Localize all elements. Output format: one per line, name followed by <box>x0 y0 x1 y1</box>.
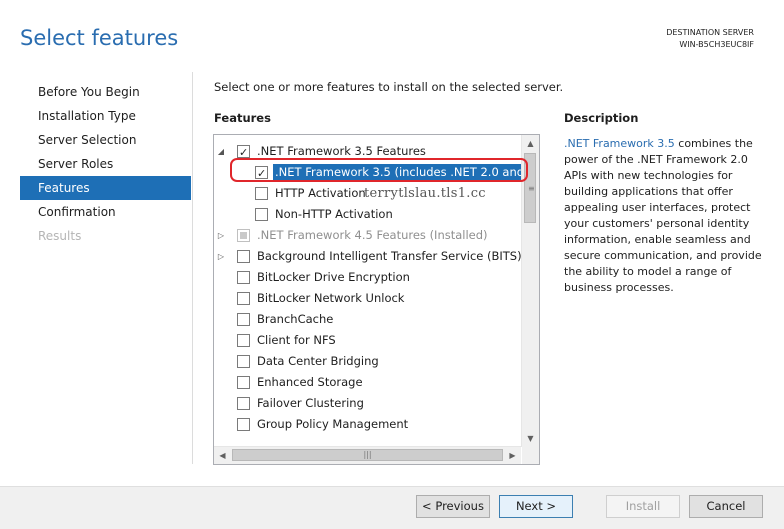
destination-server-info: DESTINATION SERVER WIN-B5CH3EUC8IF <box>666 27 754 51</box>
feature-checkbox[interactable] <box>237 397 250 410</box>
feature-checkbox[interactable] <box>237 334 250 347</box>
feature-checkbox[interactable] <box>237 250 250 263</box>
description-heading: Description <box>564 111 639 125</box>
feature-row[interactable]: BranchCache <box>214 309 519 330</box>
feature-row[interactable]: ▷ .NET Framework 4.5 Features (Installed) <box>214 225 519 246</box>
feature-row[interactable]: Client for NFS <box>214 330 519 351</box>
description-body: combines the power of the .NET Framework… <box>564 137 762 294</box>
feature-label: Background Intelligent Transfer Service … <box>257 249 522 263</box>
grip-icon: ≡ <box>528 184 535 193</box>
nav-item-before-you-begin[interactable]: Before You Begin <box>20 80 191 104</box>
nav-divider <box>192 72 193 464</box>
nav-item-installation-type[interactable]: Installation Type <box>20 104 191 128</box>
feature-checkbox[interactable] <box>237 271 250 284</box>
watermark-text: terrytlslau.tls1.cc <box>364 186 486 201</box>
next-button[interactable]: Next > <box>499 495 573 518</box>
feature-checkbox[interactable] <box>237 313 250 326</box>
page-title: Select features <box>20 26 179 50</box>
feature-label: BitLocker Drive Encryption <box>257 270 410 284</box>
feature-row[interactable]: Group Policy Management <box>214 414 519 435</box>
nav-item-confirmation[interactable]: Confirmation <box>20 200 191 224</box>
feature-row[interactable]: Data Center Bridging <box>214 351 519 372</box>
feature-row[interactable]: BitLocker Network Unlock <box>214 288 519 309</box>
destination-label: DESTINATION SERVER <box>666 28 754 37</box>
arrow-down-icon[interactable]: ▼ <box>522 430 539 447</box>
destination-server-name: WIN-B5CH3EUC8IF <box>679 40 754 49</box>
feature-label: HTTP Activation <box>275 186 366 200</box>
highlight-annotation <box>230 158 528 182</box>
features-heading: Features <box>214 111 271 125</box>
feature-label: .NET Framework 4.5 Features (Installed) <box>257 228 488 242</box>
instruction-text: Select one or more features to install o… <box>214 80 564 94</box>
nav-item-features[interactable]: Features <box>20 176 191 200</box>
feature-checkbox[interactable] <box>255 208 268 221</box>
feature-row[interactable]: Enhanced Storage <box>214 372 519 393</box>
scrollbar-corner <box>522 447 539 464</box>
nav-item-results: Results <box>38 229 82 243</box>
feature-label: Group Policy Management <box>257 417 409 431</box>
feature-checkbox[interactable] <box>237 355 250 368</box>
feature-row[interactable]: BitLocker Drive Encryption <box>214 267 519 288</box>
triangle-collapsed-icon[interactable]: ▷ <box>216 225 226 246</box>
feature-row[interactable]: Failover Clustering <box>214 393 519 414</box>
vertical-scrollbar[interactable]: ▲ ≡ ▼ <box>521 135 539 447</box>
feature-label: Client for NFS <box>257 333 336 347</box>
cancel-button[interactable]: Cancel <box>689 495 763 518</box>
feature-checkbox[interactable] <box>237 292 250 305</box>
feature-checkbox[interactable] <box>237 418 250 431</box>
feature-label: BranchCache <box>257 312 334 326</box>
feature-label: Failover Clustering <box>257 396 364 410</box>
feature-checkbox[interactable] <box>255 187 268 200</box>
features-tree[interactable]: ◢.NET Framework 3.5 Features.NET Framewo… <box>213 134 540 465</box>
wizard-nav: Before You Begin Installation Type Serve… <box>20 80 191 248</box>
feature-label: Enhanced Storage <box>257 375 363 389</box>
feature-checkbox[interactable] <box>237 229 250 242</box>
feature-checkbox[interactable] <box>237 376 250 389</box>
feature-label: Non-HTTP Activation <box>275 207 393 221</box>
arrow-right-icon[interactable]: ▶ <box>504 447 521 464</box>
feature-label: BitLocker Network Unlock <box>257 291 405 305</box>
arrow-left-icon[interactable]: ◀ <box>214 447 231 464</box>
feature-row[interactable]: Non-HTTP Activation <box>214 204 519 225</box>
triangle-collapsed-icon[interactable]: ▷ <box>216 246 226 267</box>
horizontal-scrollbar[interactable]: ◀ ||| ▶ <box>214 446 521 464</box>
install-button: Install <box>606 495 680 518</box>
description-link[interactable]: .NET Framework 3.5 <box>564 137 675 150</box>
grip-icon: ||| <box>363 450 372 459</box>
feature-checkbox[interactable] <box>237 142 250 163</box>
horizontal-scroll-thumb[interactable]: ||| <box>232 449 503 461</box>
feature-label: Data Center Bridging <box>257 354 379 368</box>
nav-item-server-selection[interactable]: Server Selection <box>20 128 191 152</box>
feature-row[interactable]: ▷ Background Intelligent Transfer Service… <box>214 246 522 267</box>
description-text: .NET Framework 3.5 combines the power of… <box>564 136 766 296</box>
triangle-expanded-icon[interactable]: ◢ <box>216 141 226 162</box>
arrow-up-icon[interactable]: ▲ <box>522 135 539 152</box>
nav-item-server-roles[interactable]: Server Roles <box>20 152 191 176</box>
previous-button[interactable]: < Previous <box>416 495 490 518</box>
